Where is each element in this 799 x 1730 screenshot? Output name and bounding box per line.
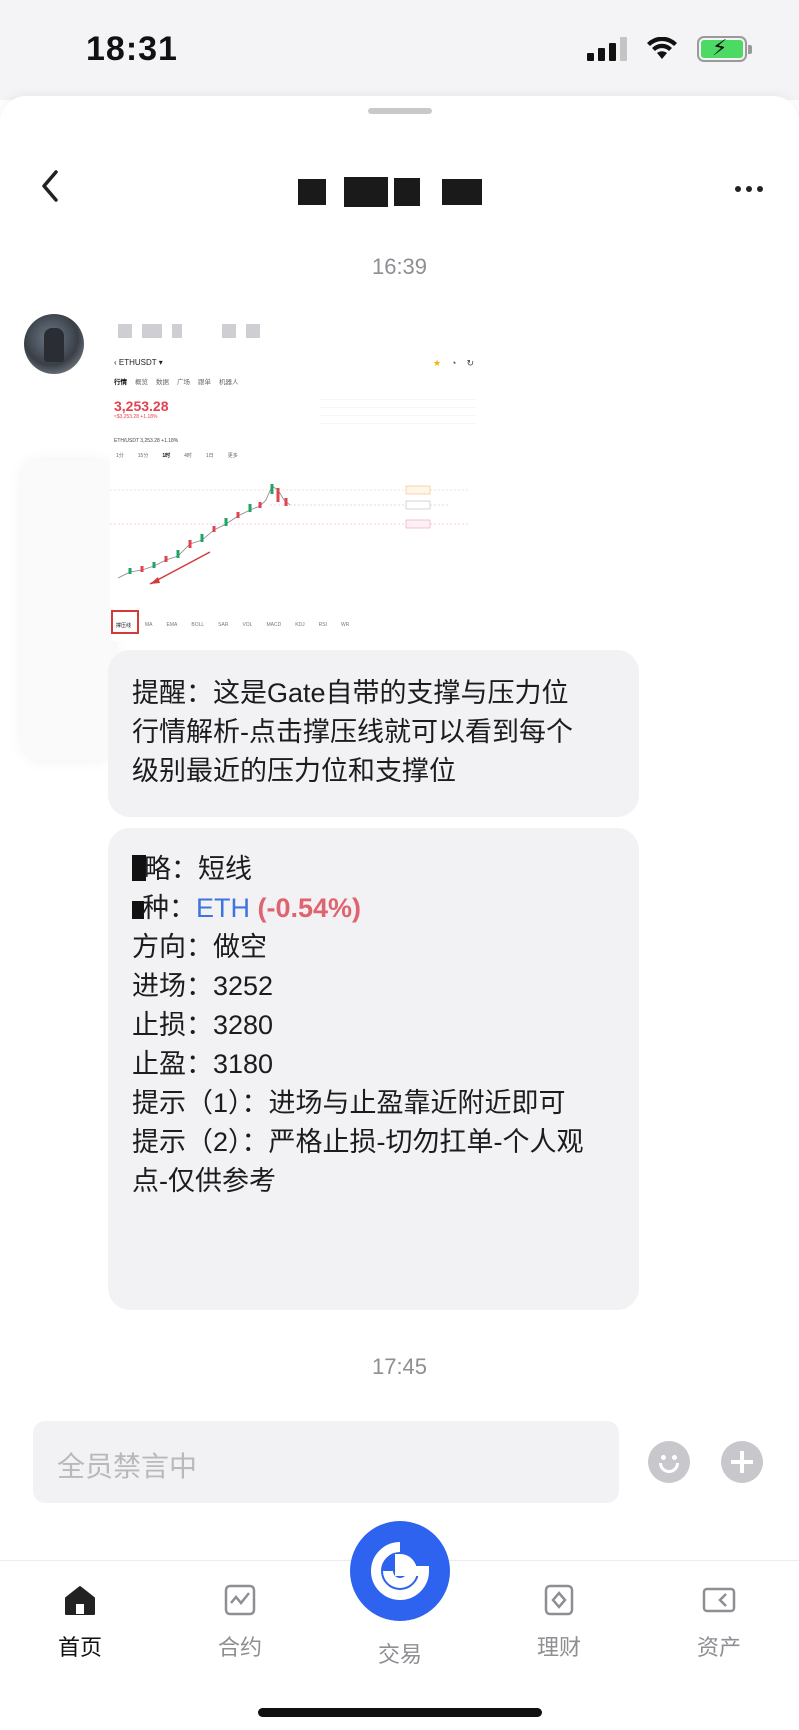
home-indicator[interactable] xyxy=(258,1708,542,1717)
image-pair-line: ETH/USDT 3,253.28 +1.18% xyxy=(114,438,179,444)
stop-loss-line: 止损：3280 xyxy=(132,1010,274,1040)
more-options-button[interactable] xyxy=(729,174,769,204)
home-icon xyxy=(65,1586,95,1615)
blurred-overlay xyxy=(22,460,114,760)
message-bubble-strategy[interactable]: 略：短线 种：ETH (-0.54%) 方向：做空 进场：3252 止损：328… xyxy=(108,828,639,1310)
star-icon: ★ xyxy=(432,358,442,368)
tab-contract[interactable]: 合约 xyxy=(190,1583,290,1662)
reminder-line-2: 行情解析-点击撑压线就可以看到每个 xyxy=(132,717,573,747)
tab-assets[interactable]: 资产 xyxy=(669,1583,769,1662)
reminder-line-1: 提醒：这是Gate自带的支撑与压力位 xyxy=(132,678,569,708)
bottom-tab-bar: 首页 合约 交易 理财 资产 xyxy=(0,1521,799,1730)
message-bubble-reminder[interactable]: 提醒：这是Gate自带的支撑与压力位 行情解析-点击撑压线就可以看到每个 级别最… xyxy=(108,650,639,817)
gate-logo-icon xyxy=(371,1542,430,1600)
message-input[interactable]: 全员禁言中 xyxy=(33,1421,619,1503)
symbol-line: 种：ETH (-0.54%) xyxy=(132,889,615,928)
image-stats xyxy=(320,392,475,428)
reminder-line-3: 级别最近的压力位和支撑位 xyxy=(132,756,456,786)
contract-chart-icon xyxy=(224,1584,256,1616)
status-time: 18:31 xyxy=(86,30,178,68)
sheet-grabber[interactable] xyxy=(368,108,432,114)
tip-2: 提示（2）：严格止损-切勿扛单-个人观点-仅供参考 xyxy=(132,1127,584,1196)
chat-title-redacted xyxy=(298,174,508,210)
image-header-icons: ★ ◔ ↻ xyxy=(433,358,474,369)
image-price-sub: ≈$3,253.28 +1.18% xyxy=(114,414,158,420)
strategy-line: 略：短线 xyxy=(132,850,615,889)
status-icons: ⚡ xyxy=(587,35,752,62)
more-dots-icon xyxy=(735,186,741,192)
refresh-icon: ↻ xyxy=(466,358,474,368)
image-price: 3,253.28 xyxy=(114,398,169,414)
direction-line: 方向：做空 xyxy=(132,932,267,962)
image-indicators: 撑压线 MA EMA BOLL SAR VOL MACD KDJ RSI WR xyxy=(116,622,350,629)
image-pair-title: ‹ ETHUSDT ▾ xyxy=(114,358,163,367)
market-screenshot-image[interactable]: ‹ ETHUSDT ▾ ★ ◔ ↻ 行情 概览 数据 广场 跟单 机器人 3,2… xyxy=(110,352,480,642)
price-change: (-0.54%) xyxy=(257,893,362,923)
image-intervals: 1分 15分 1时 4时 1日 更多 xyxy=(116,453,238,459)
chat-navbar xyxy=(0,146,799,236)
bell-icon: ◔ xyxy=(451,358,457,368)
battery-icon: ⚡ xyxy=(697,35,752,62)
candlestick-chart xyxy=(110,484,470,585)
trade-button[interactable] xyxy=(350,1521,450,1621)
wallet-icon xyxy=(702,1587,736,1613)
message-timestamp-2: 17:45 xyxy=(371,1354,428,1379)
emoji-icon[interactable] xyxy=(648,1441,690,1483)
tab-home[interactable]: 首页 xyxy=(30,1583,130,1662)
tip-1: 提示（1）：进场与止盈靠近附近即可 xyxy=(132,1088,566,1118)
cellular-signal-icon xyxy=(587,37,627,61)
finance-diamond-icon xyxy=(544,1584,574,1616)
image-tabs: 行情 概览 数据 广场 跟单 机器人 xyxy=(114,379,239,386)
back-button[interactable] xyxy=(34,164,74,208)
wifi-icon xyxy=(647,37,677,59)
status-bar: 18:31 ⚡ xyxy=(0,0,799,100)
tab-finance[interactable]: 理财 xyxy=(509,1583,609,1662)
message-timestamp: 16:39 xyxy=(371,254,428,279)
sender-avatar[interactable] xyxy=(24,314,84,374)
entry-line: 进场：3252 xyxy=(132,971,274,1001)
sender-name-redacted xyxy=(118,324,260,338)
eth-symbol-link[interactable]: ETH xyxy=(196,893,250,923)
add-icon[interactable] xyxy=(721,1441,763,1483)
chevron-left-icon xyxy=(42,170,58,202)
take-profit-line: 止盈：3180 xyxy=(132,1049,274,1079)
tab-trade-label[interactable]: 交易 xyxy=(350,1637,450,1669)
